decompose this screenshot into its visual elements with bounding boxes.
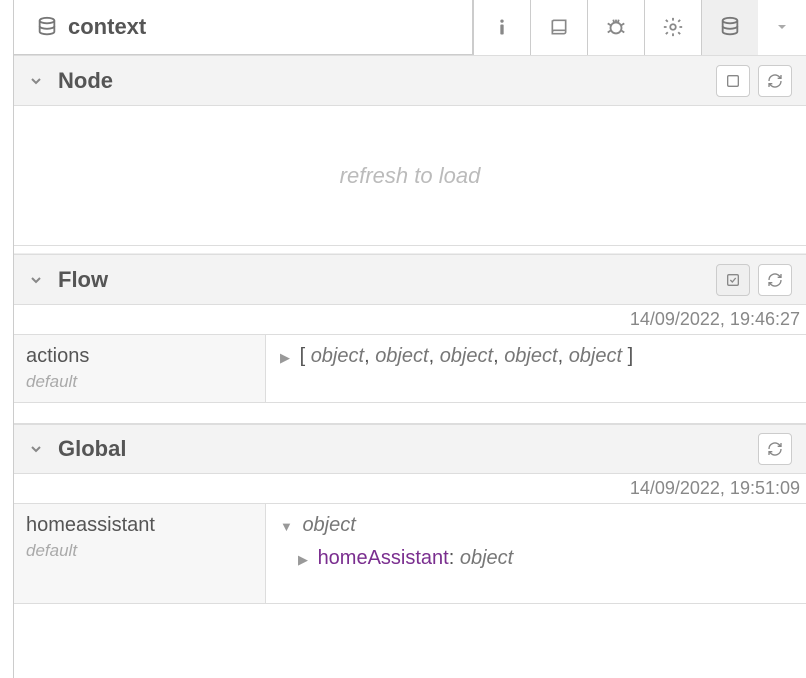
header-tools xyxy=(473,0,806,54)
global-entry-top-type: object xyxy=(302,514,355,536)
check-square-icon xyxy=(725,272,741,288)
info-icon xyxy=(492,17,512,37)
node-empty-text: refresh to load xyxy=(340,163,481,189)
global-timestamp: 14/09/2022, 19:51:09 xyxy=(14,474,806,504)
bug-icon xyxy=(605,16,627,38)
gear-icon xyxy=(662,16,684,38)
caret-right-icon: ▶ xyxy=(280,350,290,366)
sidebar-menu-button[interactable] xyxy=(758,0,806,55)
debug-tab-button[interactable] xyxy=(587,0,644,55)
refresh-icon xyxy=(767,441,783,457)
context-tab[interactable]: context xyxy=(14,0,473,54)
node-section-header[interactable]: Node xyxy=(14,56,806,106)
node-section-title: Node xyxy=(58,68,702,94)
refresh-icon xyxy=(767,272,783,288)
caret-right-icon: ▶ xyxy=(298,552,308,568)
database-icon xyxy=(36,16,58,38)
refresh-icon xyxy=(767,73,783,89)
global-entry-key: homeassistant xyxy=(26,514,253,537)
global-entry-store: default xyxy=(26,541,253,561)
caret-down-icon xyxy=(774,19,790,35)
node-refresh-button[interactable] xyxy=(758,65,792,97)
config-tab-button[interactable] xyxy=(644,0,701,55)
global-entry-child-type: object xyxy=(460,547,513,569)
global-section-header[interactable]: Global xyxy=(14,424,806,474)
global-entry-child-key: homeAssistant xyxy=(318,547,449,569)
flow-section-header[interactable]: Flow xyxy=(14,255,806,305)
flow-refresh-button[interactable] xyxy=(758,264,792,296)
flow-entry-value-cell[interactable]: ▶ [ object, object, object, object, obje… xyxy=(266,335,806,402)
left-gutter xyxy=(0,0,14,678)
caret-down-icon: ▼ xyxy=(280,519,293,534)
context-tab-button[interactable] xyxy=(701,0,758,55)
global-entry-value-cell: ▼ object ▶ homeAssistant: object xyxy=(266,504,806,603)
chevron-down-icon xyxy=(28,73,44,89)
flow-entry-store: default xyxy=(26,372,253,392)
flow-entry-value: [ object, object, object, object, object… xyxy=(300,345,634,367)
flow-checkbox-button[interactable] xyxy=(716,264,750,296)
sidebar-header: context xyxy=(14,0,806,55)
flow-entry-row: actions default ▶ [ object, object, obje… xyxy=(14,335,806,403)
global-entry-key-cell: homeassistant default xyxy=(14,504,266,603)
header-title: context xyxy=(68,14,146,40)
node-empty-body: refresh to load xyxy=(14,106,806,246)
global-timestamp-text: 14/09/2022, 19:51:09 xyxy=(630,478,800,499)
help-tab-button[interactable] xyxy=(530,0,587,55)
global-refresh-button[interactable] xyxy=(758,433,792,465)
book-icon xyxy=(548,17,570,37)
square-icon xyxy=(725,73,741,89)
chevron-down-icon xyxy=(28,272,44,288)
chevron-down-icon xyxy=(28,441,44,457)
flow-timestamp: 14/09/2022, 19:46:27 xyxy=(14,305,806,335)
flow-entry-key: actions xyxy=(26,345,253,368)
spacer xyxy=(14,246,806,254)
global-entry-child[interactable]: ▶ homeAssistant: object xyxy=(280,547,792,570)
global-entry-top[interactable]: ▼ object xyxy=(280,514,792,537)
global-section-title: Global xyxy=(58,436,744,462)
flow-timestamp-text: 14/09/2022, 19:46:27 xyxy=(630,309,800,330)
info-tab-button[interactable] xyxy=(473,0,530,55)
flow-section-title: Flow xyxy=(58,267,702,293)
node-checkbox-button[interactable] xyxy=(716,65,750,97)
global-entry-row: homeassistant default ▼ object ▶ homeAss… xyxy=(14,504,806,604)
flow-entry-key-cell: actions default xyxy=(14,335,266,402)
spacer xyxy=(14,403,806,423)
database-icon xyxy=(719,16,741,38)
